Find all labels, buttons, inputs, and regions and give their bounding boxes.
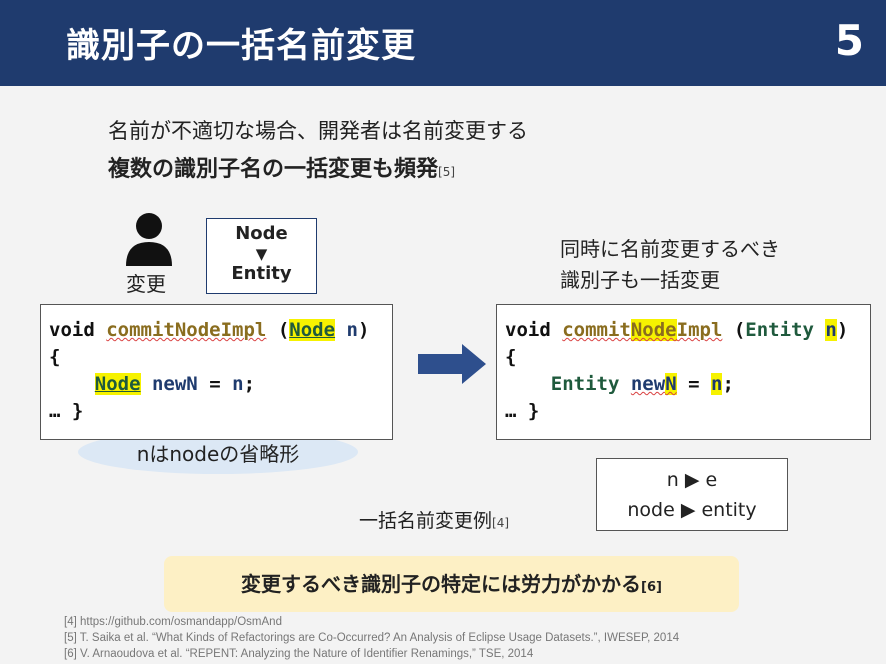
person-icon bbox=[126, 213, 172, 266]
highlight-node-local: Node bbox=[94, 373, 141, 395]
legend-line-2: node ▶ entity bbox=[627, 499, 757, 521]
callout-ref: [6] bbox=[641, 580, 662, 595]
right-arrow-icon bbox=[418, 344, 486, 384]
legend-line-1: n ▶ e bbox=[666, 469, 718, 491]
intro-line-2: 複数の識別子名の一括変更も頻発[5] bbox=[108, 157, 456, 182]
rename-from: Node bbox=[235, 223, 288, 244]
example-ref: [4] bbox=[492, 516, 510, 530]
code-before-line-4: … } bbox=[49, 400, 84, 422]
example-label: 一括名前変更例[4] bbox=[359, 510, 510, 532]
right-note: 同時に名前変更するべき 識別子も一括変更 bbox=[560, 234, 780, 296]
rename-to: Entity bbox=[231, 263, 292, 284]
person-label: 変更 bbox=[126, 272, 166, 296]
highlight-value-n: n bbox=[711, 373, 723, 395]
intro-ref: [5] bbox=[438, 165, 456, 179]
bubble-label: nはnodeの省略形 bbox=[136, 442, 300, 466]
code-before-line-2: { bbox=[49, 346, 61, 368]
slide-title: 識別子の一括名前変更 bbox=[66, 26, 416, 66]
code-after-line-2: { bbox=[505, 346, 517, 368]
page-number: 5 bbox=[834, 16, 864, 65]
highlight-local-n: N bbox=[665, 373, 677, 395]
rename-legend: n ▶ e node ▶ entity bbox=[596, 458, 788, 531]
highlight-param-n: n bbox=[825, 319, 837, 341]
right-note-line-1: 同時に名前変更するべき bbox=[560, 237, 780, 261]
code-after-line-1: void commitNodeImpl (Entity n) bbox=[505, 319, 849, 341]
down-arrow-icon: ▼ bbox=[255, 245, 268, 263]
highlight-node-param: Node bbox=[289, 319, 336, 341]
code-before-line-1: void commitNodeImpl (Node n) bbox=[49, 319, 370, 341]
footnotes: [4] https://github.com/osmandapp/OsmAnd … bbox=[64, 614, 679, 662]
code-after-line-4: … } bbox=[505, 400, 540, 422]
code-before: void commitNodeImpl (Node n) { Node newN … bbox=[40, 304, 393, 440]
code-after: void commitNodeImpl (Entity n) { Entity n… bbox=[496, 304, 871, 440]
intro-line-1: 名前が不適切な場合、開発者は名前変更する bbox=[108, 119, 528, 143]
right-note-line-2: 識別子も一括変更 bbox=[560, 268, 720, 292]
code-after-line-3: Entity newN = n; bbox=[550, 373, 734, 395]
highlight-fn-node: Node bbox=[630, 319, 677, 341]
footnote-5: [5] T. Saika et al. “What Kinds of Refac… bbox=[64, 632, 680, 644]
code-before-line-3: Node newN = n; bbox=[94, 373, 256, 395]
callout-box: 変更するべき識別子の特定には労力がかかる[6] bbox=[164, 556, 739, 612]
footnote-4: [4] https://github.com/osmandapp/OsmAnd bbox=[64, 616, 282, 628]
rename-box: Node ▼ Entity bbox=[206, 218, 317, 294]
footnote-6: [6] V. Arnaoudova et al. “REPENT: Analyz… bbox=[64, 648, 534, 660]
